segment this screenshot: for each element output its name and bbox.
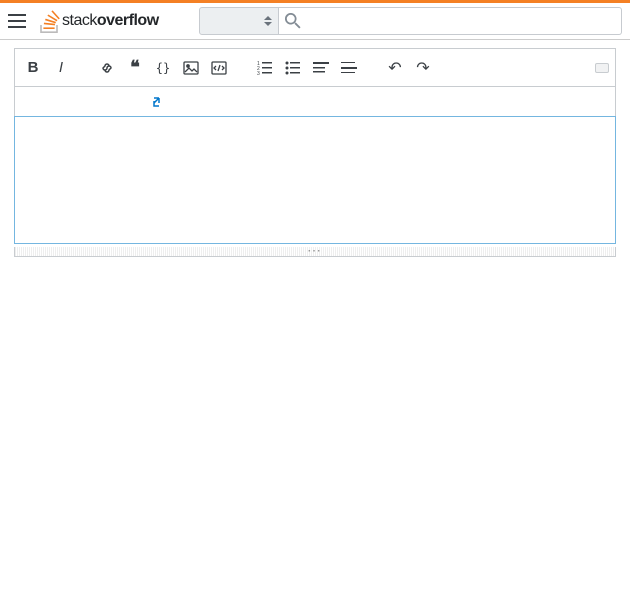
resize-grip[interactable] [14,247,616,257]
italic-button[interactable]: I [49,56,73,80]
search-filter[interactable] [199,7,279,35]
editor-textarea[interactable] [14,116,616,244]
image-button[interactable] [179,56,203,80]
ulist-button[interactable] [281,56,305,80]
search-box[interactable] [279,7,622,35]
undo-button[interactable]: ↶ [383,56,407,80]
help-tabs [14,86,616,116]
menu-icon[interactable] [8,14,26,28]
code-button[interactable]: {} [151,56,175,80]
hide-tips-button[interactable] [595,63,609,73]
quote-button[interactable]: ❝ [123,56,147,80]
search-icon [285,13,301,29]
link-button[interactable] [95,56,119,80]
hr-button[interactable] [337,56,361,80]
products-link[interactable] [171,17,187,25]
logo[interactable]: stackoverflow [38,9,159,33]
tab-more[interactable] [153,95,163,109]
olist-button[interactable]: 123 [253,56,277,80]
search-input[interactable] [305,14,615,29]
redo-button[interactable]: ↷ [411,56,435,80]
bold-button[interactable]: B [21,56,45,80]
logo-text: stackoverflow [62,12,159,30]
editor-toolbar: B I ❝ {} 123 ↶ ↷ [14,48,616,86]
snippet-button[interactable] [207,56,231,80]
svg-text:3: 3 [257,71,260,75]
heading-button[interactable] [309,56,333,80]
